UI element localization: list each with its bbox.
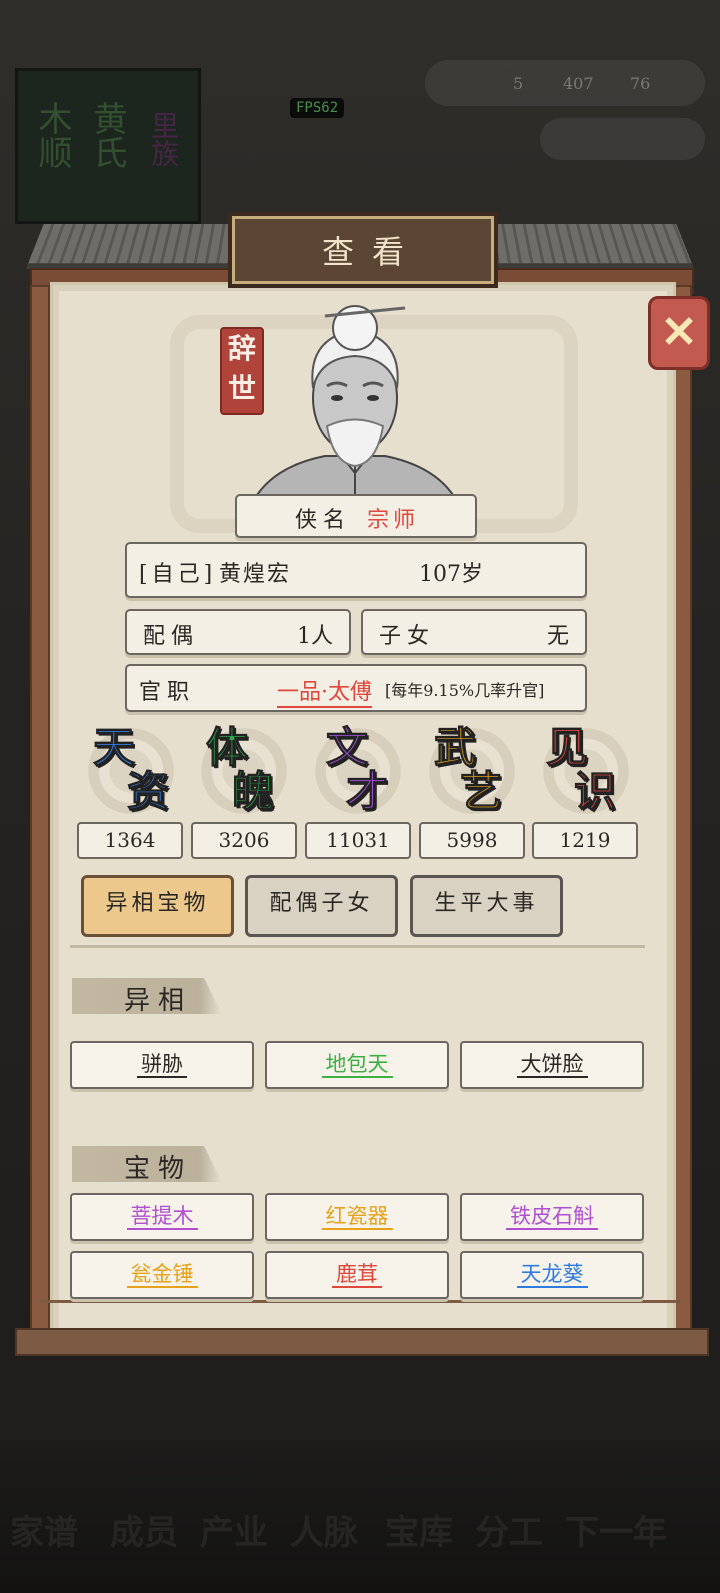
stat-value-insight: 1219 <box>532 822 638 859</box>
promotion-chance: [每年9.15%几率升官] <box>385 681 545 700</box>
person-name: 黄煌宏 <box>219 562 292 587</box>
modal-title-plate: 查看 <box>228 212 498 288</box>
stat-value-literary: 11031 <box>305 822 411 859</box>
stat-physique: 体 魄 <box>190 717 302 829</box>
treasure-item[interactable]: 铁皮石斛 <box>460 1193 644 1241</box>
identity-row: [自己] 黄煌宏 107岁 <box>125 542 587 598</box>
treasure-item[interactable]: 天龙葵 <box>460 1251 644 1299</box>
stat-value-physique: 3206 <box>191 822 297 859</box>
children-row: 子女 无 <box>361 609 587 655</box>
treasure-item[interactable]: 鹿茸 <box>265 1251 449 1299</box>
traits-section-header: 异相 <box>72 978 222 1014</box>
deceased-seal: 辞世 <box>220 327 264 415</box>
age-value: 107岁 <box>419 562 483 587</box>
self-tag: [自己] <box>139 562 217 587</box>
trait-item[interactable]: 地包天 <box>265 1041 449 1089</box>
tab-life-events[interactable]: 生平大事 <box>410 875 563 937</box>
office-value: 一品·太傅 <box>277 674 372 708</box>
treasure-item[interactable]: 红瓷器 <box>265 1193 449 1241</box>
tab-spouse-children[interactable]: 配偶子女 <box>245 875 398 937</box>
traits-section-title: 异相 <box>124 986 193 1016</box>
stat-value-aptitude: 1364 <box>77 822 183 859</box>
stat-insight: 见 识 <box>532 717 644 829</box>
treasures-section-header: 宝物 <box>72 1146 222 1182</box>
modal-base <box>15 1328 709 1356</box>
spouse-label: 配偶 <box>143 624 200 649</box>
trait-item[interactable]: 骈胁 <box>70 1041 254 1089</box>
stat-literary: 文 才 <box>304 717 416 829</box>
spouse-row: 配偶 1人 <box>125 609 351 655</box>
left-pillar <box>30 285 50 1349</box>
hero-name-value: 宗师 <box>367 508 420 533</box>
trait-item[interactable]: 大饼脸 <box>460 1041 644 1089</box>
treasure-item[interactable]: 菩提木 <box>70 1193 254 1241</box>
office-row: 官职 一品·太傅 [每年9.15%几率升官] <box>125 664 587 712</box>
treasures-section-title: 宝物 <box>124 1154 193 1184</box>
tab-traits-treasures[interactable]: 异相宝物 <box>81 875 234 937</box>
office-label: 官职 <box>139 680 196 705</box>
spouse-value: 1人 <box>297 624 333 649</box>
character-portrait <box>255 305 455 498</box>
modal-title: 查看 <box>321 233 422 271</box>
children-value: 无 <box>547 624 570 649</box>
hero-name-plate: 侠名 宗师 <box>235 494 477 538</box>
stat-martial: 武 艺 <box>418 717 530 829</box>
section-divider <box>70 945 645 948</box>
children-label: 子女 <box>379 624 436 649</box>
hero-name-label: 侠名 <box>295 508 352 533</box>
stat-aptitude: 天 资 <box>77 717 189 829</box>
close-icon: ✕ <box>660 307 698 358</box>
close-button[interactable]: ✕ <box>648 296 710 370</box>
stat-value-martial: 5998 <box>419 822 525 859</box>
treasure-item[interactable]: 瓮金锤 <box>70 1251 254 1299</box>
